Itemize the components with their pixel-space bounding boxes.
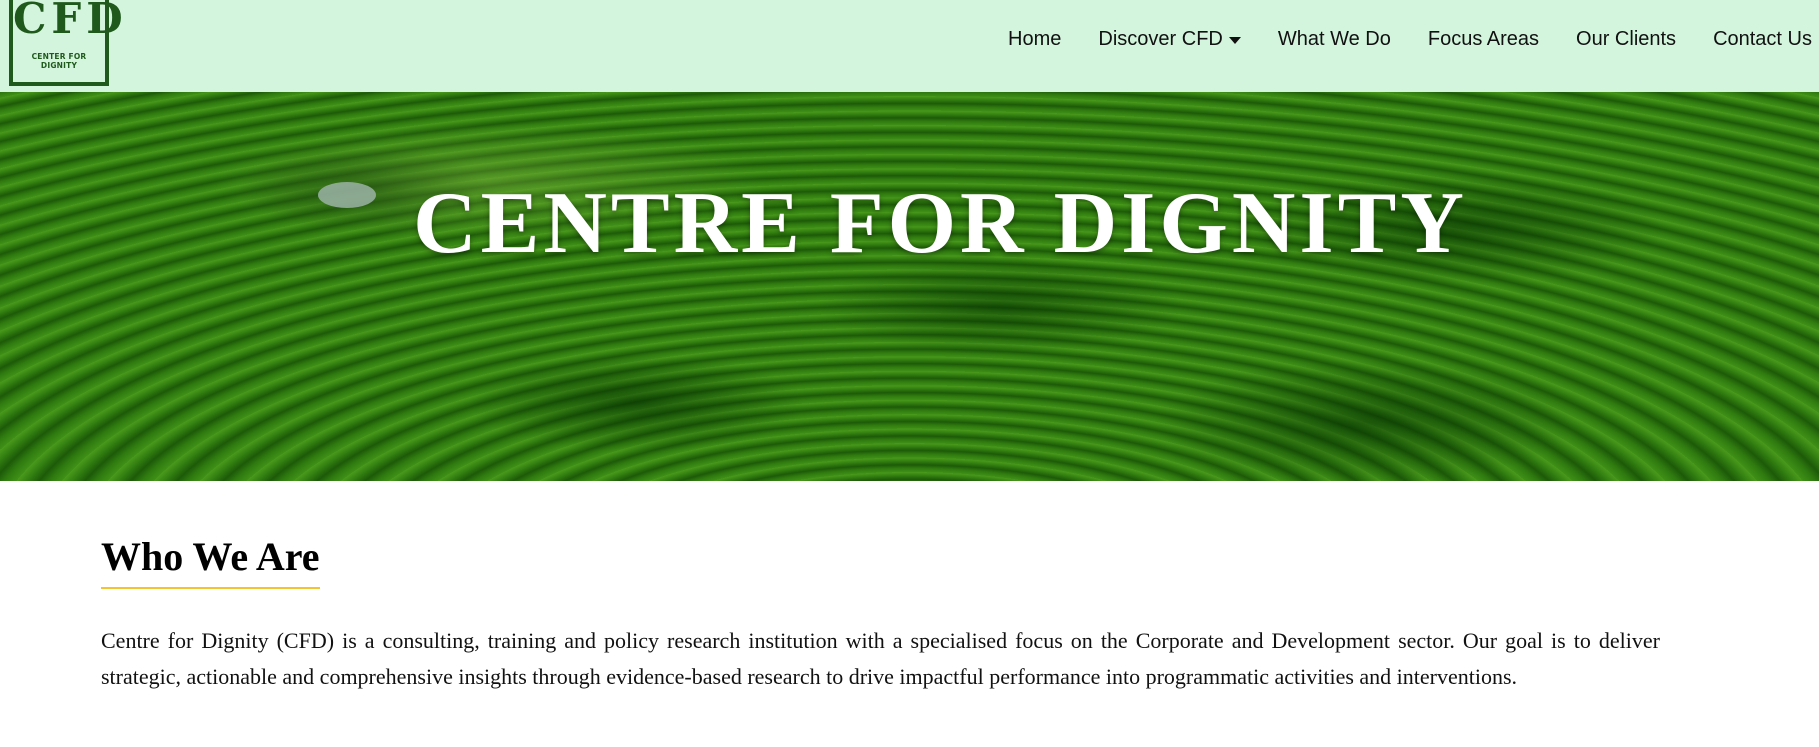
- nav-focus-areas-label: Focus Areas: [1427, 28, 1540, 50]
- hero-title: CENTRE FOR DIGNITY: [413, 175, 1468, 272]
- site-logo[interactable]: CFD CENTER FOR DIGNITY: [9, 0, 128, 86]
- nav-what-we-do[interactable]: What We Do: [1278, 28, 1391, 51]
- logo-mark: CFD: [13, 0, 128, 43]
- nav-discover-cfd-label: Discover CFD: [1098, 28, 1223, 50]
- caret-down-icon: [1228, 37, 1241, 44]
- nav-contact-us[interactable]: Contact Us: [1713, 28, 1812, 51]
- nav-contact-us-label: Contact Us: [1713, 28, 1812, 50]
- nav-home-label: Home: [1008, 28, 1062, 50]
- main-nav: Home Discover CFD What We Do Focus Areas…: [1008, 28, 1819, 51]
- nav-our-clients-label: Our Clients: [1576, 28, 1677, 50]
- site-header: CFD CENTER FOR DIGNITY Home Discover CFD…: [0, 0, 1819, 92]
- nav-what-we-do-label: What We Do: [1277, 28, 1391, 50]
- section-title: Who We Are: [101, 537, 320, 589]
- hero-banner: CENTRE FOR DIGNITY: [0, 92, 1819, 481]
- nav-focus-areas[interactable]: Focus Areas: [1428, 28, 1539, 51]
- who-we-are-section: Who We Are Centre for Dignity (CFD) is a…: [101, 481, 1660, 695]
- section-body: Centre for Dignity (CFD) is a consulting…: [101, 628, 1660, 689]
- nav-discover-cfd[interactable]: Discover CFD: [1098, 28, 1241, 51]
- nav-our-clients[interactable]: Our Clients: [1576, 28, 1676, 51]
- logo-subtitle: CENTER FOR DIGNITY: [31, 52, 87, 70]
- nav-home[interactable]: Home: [1008, 28, 1061, 51]
